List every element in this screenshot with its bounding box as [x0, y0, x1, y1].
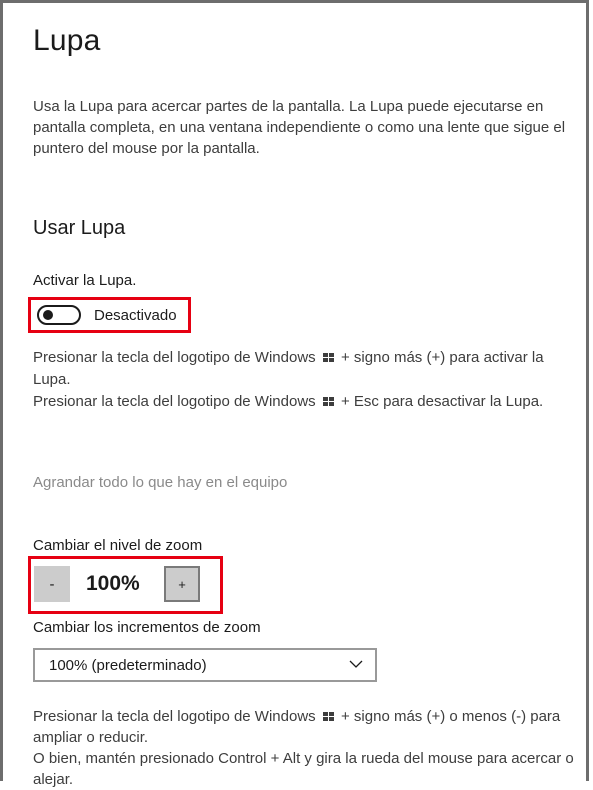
- zoom-hint-mouse: O bien, mantén presionado Control + Alt …: [33, 750, 574, 788]
- activate-magnifier-label: Activar la Lupa.: [33, 272, 137, 289]
- zoom-level-label: Cambiar el nivel de zoom: [33, 537, 203, 554]
- zoom-level-value: 100%: [86, 572, 140, 595]
- zoom-hint-keyboard: Presionar la tecla del logotipo de Windo…: [33, 708, 561, 746]
- section-title-use-magnifier: Usar Lupa: [33, 217, 126, 239]
- toggle-state-label: Desactivado: [94, 306, 177, 324]
- windows-logo-icon: [322, 353, 334, 363]
- windows-logo-icon: [322, 397, 334, 407]
- enlarge-everything-link[interactable]: Agrandar todo lo que hay en el equipo: [33, 474, 287, 491]
- keyboard-shortcut-hints: Presionar la tecla del logotipo de Windo…: [33, 347, 581, 413]
- page-title: Lupa: [33, 24, 101, 57]
- zoom-increments-label: Cambiar los incrementos de zoom: [33, 619, 261, 636]
- magnifier-toggle-highlight: Desactivado: [28, 297, 191, 333]
- zoom-increments-dropdown[interactable]: 100% (predeterminado): [33, 648, 377, 682]
- zoom-shortcut-hints: Presionar la tecla del logotipo de Windo…: [33, 706, 581, 790]
- hint-activate: Presionar la tecla del logotipo de Windo…: [33, 349, 544, 388]
- zoom-out-button[interactable]: -: [34, 566, 70, 602]
- toggle-thumb: [43, 310, 53, 320]
- hint-deactivate: Presionar la tecla del logotipo de Windo…: [33, 393, 544, 410]
- zoom-increments-selected: 100% (predeterminado): [49, 657, 207, 674]
- page-description: Usa la Lupa para acercar partes de la pa…: [33, 98, 566, 157]
- windows-logo-icon: [322, 712, 334, 722]
- zoom-in-button[interactable]: +: [164, 566, 200, 602]
- chevron-down-icon: [349, 660, 363, 668]
- magnifier-toggle-switch[interactable]: [37, 305, 81, 325]
- zoom-level-highlight: - 100% +: [28, 556, 223, 614]
